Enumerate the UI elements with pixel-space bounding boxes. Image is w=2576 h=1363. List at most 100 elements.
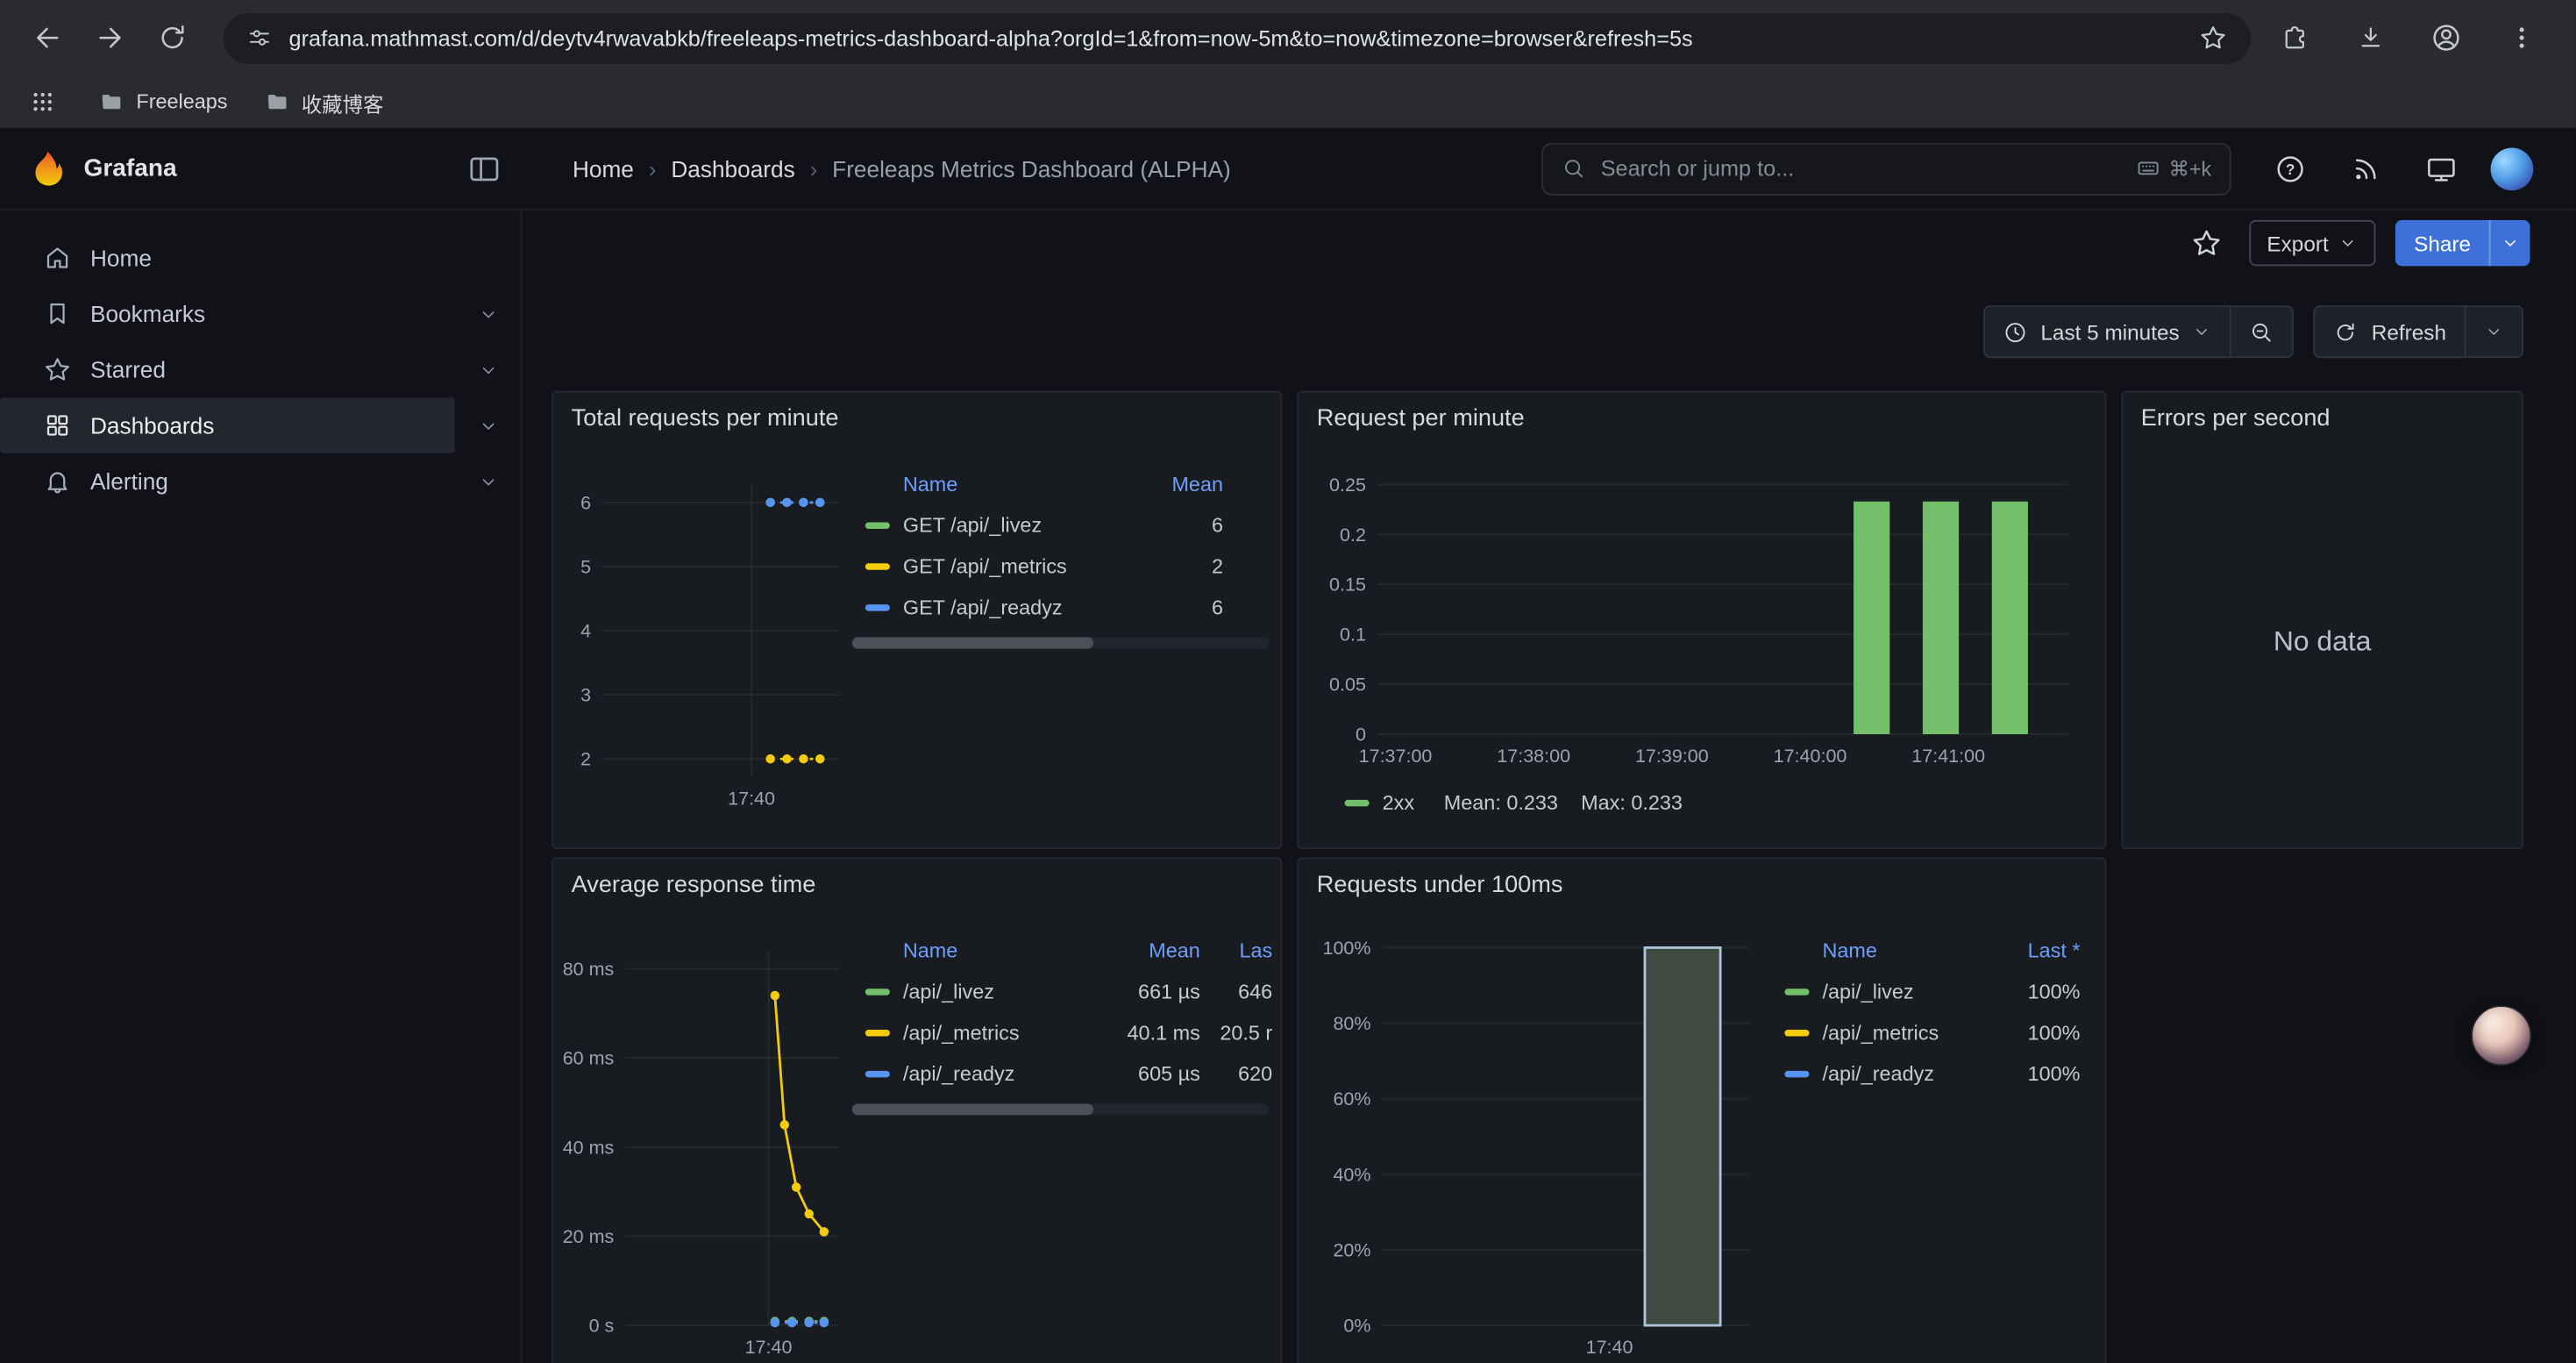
series-value: 100% (1985, 1021, 2081, 1044)
url-text[interactable]: grafana.mathmast.com/d/deytv4rwavabkb/fr… (289, 25, 2182, 50)
series-name[interactable]: /api/_readyz (1822, 1062, 1984, 1085)
user-avatar[interactable] (2491, 147, 2534, 190)
dock-menu-button[interactable] (466, 150, 502, 186)
legend-row[interactable]: /api/_metrics100% (1771, 1011, 2093, 1053)
legend-col-name[interactable]: Name (1822, 939, 1984, 962)
share-menu-button[interactable] (2489, 220, 2530, 266)
request-per-minute-legend[interactable]: 2xx Mean: 0.233 Max: 0.233 (1345, 792, 1683, 815)
help-button[interactable]: ? (2267, 146, 2313, 191)
floating-avatar[interactable] (2471, 1005, 2531, 1066)
extensions-button[interactable] (2267, 10, 2323, 66)
svg-text:80 ms: 80 ms (563, 959, 615, 980)
search-box[interactable]: ⌘+k (1541, 142, 2231, 195)
legend-col-value[interactable]: Mean (1099, 939, 1200, 962)
legend-col-name[interactable]: Name (903, 473, 1125, 496)
bookmark-item-blog[interactable]: 收藏博客 (264, 86, 384, 118)
legend-scrollbar[interactable] (852, 638, 1270, 649)
expand-chevron-button[interactable] (455, 397, 521, 453)
c5-plot: 100%80%60%40%20%0%17:40 (1306, 931, 1759, 1363)
browser-actions (2267, 10, 2559, 66)
legend-row[interactable]: /api/_metrics40.1 ms20.5 r (852, 1011, 1276, 1053)
total-requests-chart[interactable]: 6543217:40 (560, 465, 850, 819)
legend-col-value[interactable]: Last * (1985, 939, 2081, 962)
forward-button[interactable] (82, 10, 139, 66)
legend-col-name[interactable]: Name (903, 939, 1099, 962)
panel-request-per-minute: Request per minute 0.250.20.150.10.05017… (1297, 391, 2106, 849)
sidebar-item-alerting[interactable]: Alerting (0, 453, 521, 510)
legend-col-value[interactable]: Las (1200, 939, 1272, 962)
refresh-label: Refresh (2372, 319, 2446, 344)
panel-title[interactable]: Request per minute (1317, 406, 1525, 432)
expand-chevron-button[interactable] (455, 286, 521, 342)
c1-plot: 6543217:40 (560, 465, 850, 819)
downloads-button[interactable] (2343, 10, 2399, 66)
legend-row[interactable]: /api/_livez661 µs646 (852, 971, 1276, 1012)
svg-text:0.05: 0.05 (1329, 674, 1366, 696)
sidebar-item-dashboards[interactable]: Dashboards (0, 397, 521, 453)
export-button[interactable]: Export (2249, 220, 2376, 266)
legend-row[interactable]: /api/_readyz605 µs620 (852, 1053, 1276, 1094)
svg-text:80%: 80% (1333, 1013, 1370, 1034)
breadcrumb-home[interactable]: Home (573, 155, 634, 182)
brand-text[interactable]: Grafana (83, 154, 176, 182)
series-name[interactable]: /api/_metrics (903, 1021, 1099, 1044)
chevron-down-icon (477, 303, 498, 324)
scrollbar-thumb[interactable] (852, 638, 1094, 649)
sidebar-item-home[interactable]: Home (0, 230, 521, 286)
back-button[interactable] (19, 10, 75, 66)
panel-title[interactable]: Requests under 100ms (1317, 872, 1563, 898)
search-input[interactable] (1601, 156, 2121, 181)
breadcrumb-dashboards[interactable]: Dashboards (671, 155, 794, 182)
dashboard-grid: Total requests per minute 6543217:40 Nam… (522, 391, 2575, 1363)
series-name[interactable]: GET /api/_metrics (903, 554, 1125, 577)
profile-button[interactable] (2418, 10, 2474, 66)
series-name[interactable]: GET /api/_readyz (903, 596, 1125, 618)
apps-grid-icon (30, 89, 56, 115)
expand-chevron-button[interactable] (455, 341, 521, 397)
zoom-out-button[interactable] (2232, 305, 2295, 358)
star-icon (43, 354, 73, 384)
average-response-time-chart[interactable]: 80 ms60 ms40 ms20 ms0 s17:40 (560, 931, 850, 1363)
share-button[interactable]: Share (2396, 220, 2489, 266)
series-name[interactable]: /api/_livez (1822, 980, 1984, 1003)
expand-chevron-button[interactable] (455, 453, 521, 510)
site-info-icon[interactable] (246, 25, 273, 51)
sidebar-item-bookmarks[interactable]: Bookmarks (0, 286, 521, 342)
sidebar-item-starred[interactable]: Starred (0, 341, 521, 397)
legend-row[interactable]: GET /api/_livez6 (852, 504, 1270, 546)
grafana-logo[interactable] (26, 147, 69, 190)
address-bar[interactable]: grafana.mathmast.com/d/deytv4rwavabkb/fr… (224, 12, 2252, 63)
refresh-button[interactable]: Refresh (2314, 305, 2466, 358)
request-per-minute-chart[interactable]: 0.250.20.150.10.05017:37:0017:38:0017:39… (1306, 465, 2092, 777)
legend-row[interactable]: /api/_livez100% (1771, 971, 2093, 1012)
favorite-dashboard-button[interactable] (2183, 220, 2229, 266)
apps-button[interactable] (23, 82, 62, 122)
series-name[interactable]: GET /api/_livez (903, 513, 1125, 536)
reload-button[interactable] (145, 10, 201, 66)
requests-under-100ms-chart[interactable]: 100%80%60%40%20%0%17:40 (1306, 931, 1759, 1363)
bookmark-item-freeleaps[interactable]: Freeleaps (98, 89, 227, 115)
sidebar-item-label: Dashboards (90, 412, 214, 439)
browser-menu-button[interactable] (2494, 10, 2550, 66)
panel-title[interactable]: Average response time (572, 872, 816, 898)
svg-text:17:41:00: 17:41:00 (1911, 746, 1985, 767)
average-response-time-legend: NameMeanLas/api/_livez661 µs646/api/_met… (852, 931, 1276, 1094)
legend-row[interactable]: GET /api/_readyz6 (852, 586, 1270, 627)
legend-col-value[interactable]: Mean (1125, 473, 1223, 496)
series-name[interactable]: /api/_livez (903, 980, 1099, 1003)
series-label[interactable]: 2xx (1383, 792, 1414, 815)
legend-scrollbar[interactable] (852, 1103, 1270, 1115)
panel-title[interactable]: Total requests per minute (572, 406, 839, 432)
scrollbar-thumb[interactable] (852, 1103, 1094, 1115)
bookmark-star-icon[interactable] (2198, 23, 2228, 53)
news-button[interactable] (2343, 146, 2388, 191)
legend-row[interactable]: /api/_readyz100% (1771, 1053, 2093, 1094)
series-name[interactable]: /api/_metrics (1822, 1021, 1984, 1044)
panel-title[interactable]: Errors per second (2141, 406, 2330, 432)
legend-row[interactable]: GET /api/_metrics2 (852, 546, 1270, 587)
series-name[interactable]: /api/_readyz (903, 1062, 1099, 1085)
tv-mode-button[interactable] (2418, 146, 2464, 191)
time-range-button[interactable]: Last 5 minutes (1983, 305, 2232, 358)
refresh-interval-button[interactable] (2466, 305, 2523, 358)
c2-plot: 0.250.20.150.10.05017:37:0017:38:0017:39… (1306, 465, 2092, 777)
